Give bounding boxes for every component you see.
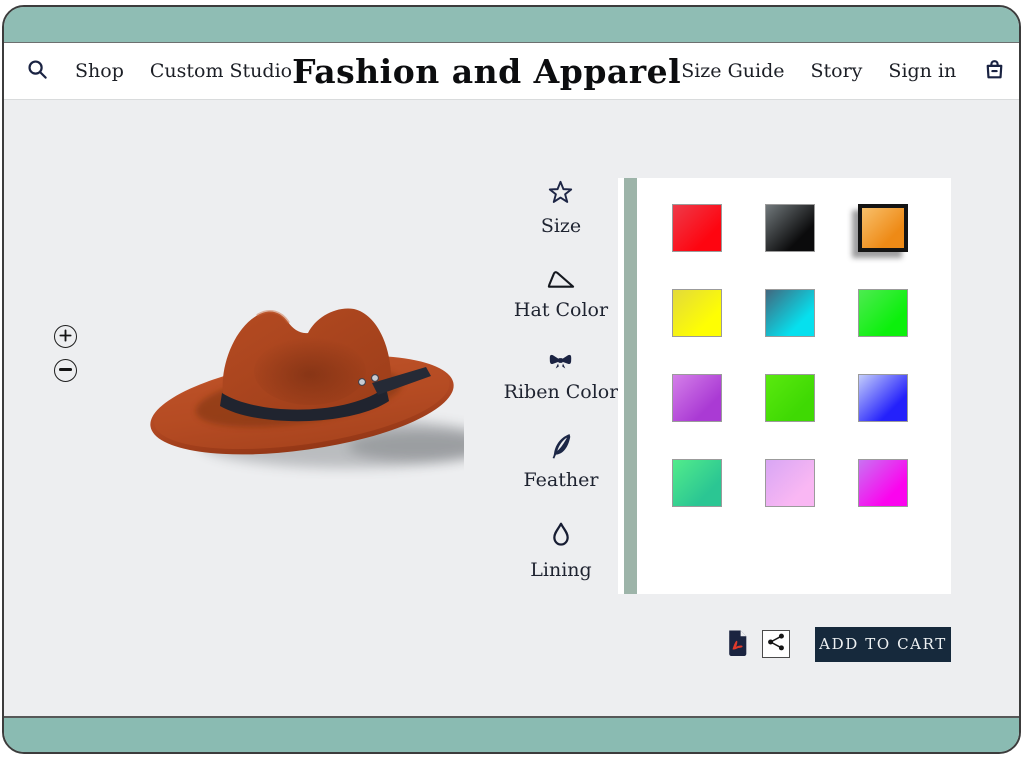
option-feather[interactable]: Feather [524, 432, 599, 491]
header: Shop Custom Studio Fashion and Apparel S… [4, 43, 1019, 100]
option-label: Hat Color [514, 299, 608, 321]
color-swatch-panel [618, 178, 951, 594]
star-icon [547, 179, 574, 210]
color-swatch-orange[interactable] [858, 204, 908, 252]
zoom-out-button[interactable] [54, 359, 77, 382]
add-to-cart-button[interactable]: ADD TO CART [815, 627, 951, 662]
color-swatch-red[interactable] [672, 204, 722, 252]
customize-options: Size Hat Color [496, 179, 626, 581]
bow-icon [548, 350, 573, 376]
swatch-grid [672, 204, 908, 507]
zoom-in-button[interactable] [54, 325, 77, 348]
color-swatch-blue[interactable] [858, 374, 908, 422]
color-swatch-pink[interactable] [765, 459, 815, 507]
share-nodes-icon [766, 632, 786, 656]
export-pdf-button[interactable] [726, 629, 749, 660]
pdf-file-icon [726, 629, 749, 660]
option-riben-color[interactable]: Riben Color [504, 350, 619, 403]
color-swatch-purple[interactable] [672, 374, 722, 422]
main-content: Size Hat Color [4, 103, 1019, 716]
color-swatch-green[interactable] [858, 289, 908, 337]
search-icon [26, 58, 49, 84]
top-accent-bar [4, 7, 1019, 43]
zoom-controls [54, 325, 77, 382]
hat-icon [546, 266, 576, 294]
app-window: Shop Custom Studio Fashion and Apparel S… [2, 5, 1021, 754]
minus-icon [59, 363, 72, 379]
product-image-fedora-hat [142, 279, 464, 479]
search-button[interactable] [26, 58, 49, 84]
color-swatch-yellow[interactable] [672, 289, 722, 337]
nav-item-shop[interactable]: Shop [75, 60, 124, 82]
option-label: Size [541, 215, 581, 237]
shopping-bag-icon [982, 57, 1007, 85]
page-title: Fashion and Apparel [292, 52, 681, 91]
drop-icon [548, 520, 574, 554]
color-swatch-magenta[interactable] [858, 459, 908, 507]
color-swatch-lime-green[interactable] [765, 374, 815, 422]
panel-accent-bar [624, 178, 637, 594]
option-hat-color[interactable]: Hat Color [514, 266, 608, 321]
option-label: Riben Color [504, 381, 619, 403]
color-swatch-cyan[interactable] [765, 289, 815, 337]
nav-left: Shop Custom Studio [26, 58, 292, 84]
color-swatch-spring-green[interactable] [672, 459, 722, 507]
nav-item-story[interactable]: Story [811, 60, 863, 82]
nav-item-sign-in[interactable]: Sign in [888, 60, 956, 82]
nav-right: Size Guide Story Sign in [681, 57, 1007, 85]
plus-icon [59, 329, 72, 345]
option-label: Lining [530, 559, 591, 581]
nav-item-size-guide[interactable]: Size Guide [681, 60, 784, 82]
option-size[interactable]: Size [541, 179, 581, 237]
nav-item-custom-studio[interactable]: Custom Studio [150, 60, 292, 82]
share-button[interactable] [762, 630, 790, 658]
option-lining[interactable]: Lining [530, 520, 591, 581]
cart-bag-button[interactable] [982, 57, 1007, 85]
color-swatch-black[interactable] [765, 204, 815, 252]
action-row: ADD TO CART [618, 624, 951, 664]
option-label: Feather [524, 469, 599, 491]
feather-icon [548, 432, 574, 464]
bottom-accent-bar [4, 716, 1019, 752]
